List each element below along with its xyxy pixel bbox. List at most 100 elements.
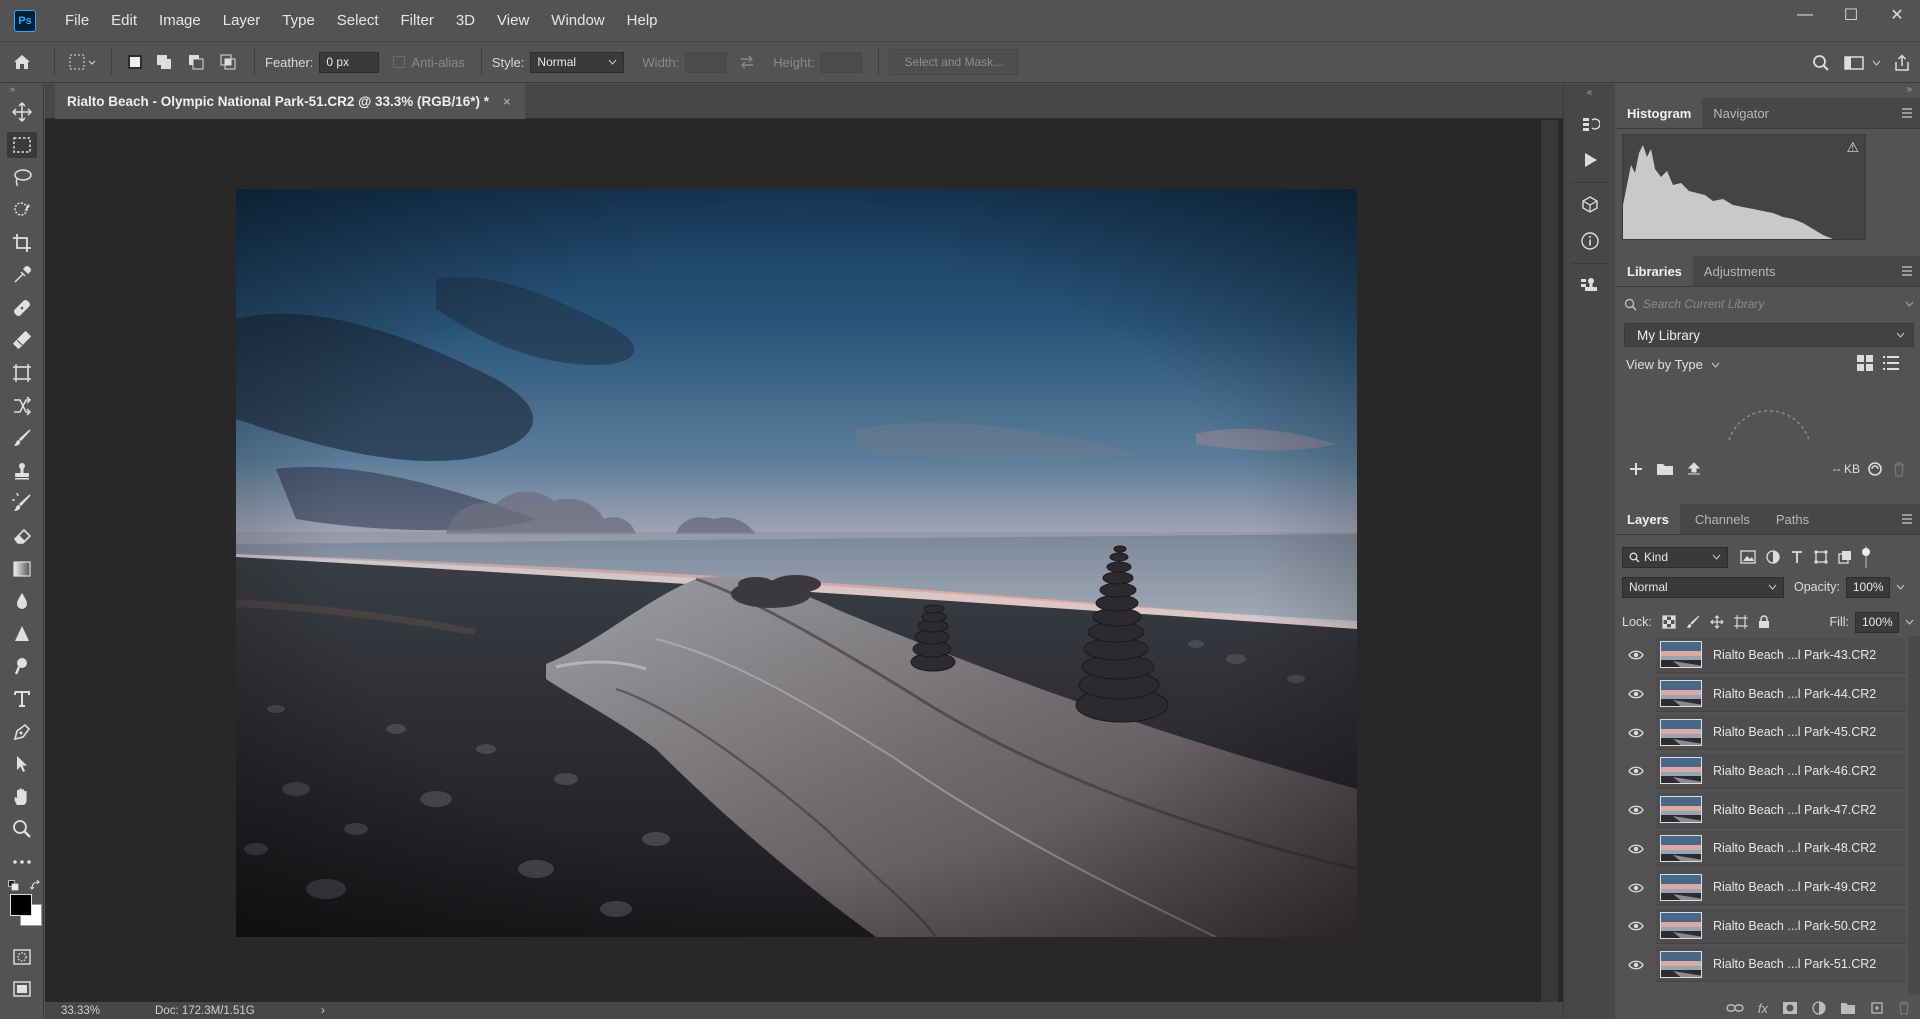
lock-transparency-icon[interactable] [1662, 615, 1676, 629]
select-and-mask-button[interactable]: Select and Mask... [889, 49, 1019, 75]
filter-type-icon[interactable] [1790, 550, 1804, 564]
burn-tool[interactable] [0, 650, 44, 683]
move-tool[interactable] [0, 96, 44, 129]
tab-navigator[interactable]: Navigator [1702, 98, 1780, 128]
home-icon[interactable] [0, 52, 44, 72]
eye-icon[interactable] [1616, 766, 1656, 776]
cloud-sync-icon[interactable] [1866, 461, 1884, 477]
swap-colors-icon[interactable] [30, 880, 42, 892]
gradient-tool[interactable] [0, 552, 44, 585]
menu-3d[interactable]: 3D [445, 12, 486, 29]
close-document-icon[interactable]: × [503, 94, 511, 109]
layer-row[interactable]: Rialto Beach ...l Park-46.CR2 [1616, 752, 1906, 791]
library-search[interactable]: Search Current Library [1624, 292, 1914, 316]
history-panel-icon[interactable] [1564, 106, 1616, 142]
path-selection-tool[interactable] [0, 748, 44, 781]
folder-icon[interactable] [1656, 461, 1674, 477]
layer-row[interactable]: Rialto Beach ...l Park-47.CR2 [1616, 791, 1906, 830]
brush-tool-alt[interactable] [0, 324, 44, 357]
status-menu-arrow[interactable]: › [321, 1005, 325, 1017]
history-brush-tool[interactable] [0, 487, 44, 520]
maximize-button[interactable]: ☐ [1828, 0, 1874, 30]
filter-adjustment-icon[interactable] [1766, 550, 1780, 564]
upload-icon[interactable] [1686, 461, 1702, 477]
new-group-icon[interactable] [1840, 1001, 1856, 1015]
pen-tool[interactable] [0, 715, 44, 748]
tab-channels[interactable]: Channels [1684, 504, 1761, 534]
menu-edit[interactable]: Edit [100, 12, 148, 29]
width-input[interactable] [685, 51, 728, 73]
layer-body[interactable]: Rialto Beach ...l Park-45.CR2 [1656, 715, 1906, 751]
view-by-type-select[interactable]: View by Type [1626, 357, 1720, 372]
subtract-from-selection-icon[interactable] [180, 53, 212, 71]
3d-panel-icon[interactable] [1564, 187, 1616, 223]
menu-image[interactable]: Image [148, 12, 212, 29]
layer-body[interactable]: Rialto Beach ...l Park-50.CR2 [1656, 908, 1906, 944]
eye-icon[interactable] [1616, 960, 1656, 970]
filter-smart-object-icon[interactable] [1838, 550, 1852, 564]
rectangular-marquee-tool[interactable] [0, 129, 44, 162]
layer-body[interactable]: Rialto Beach ...l Park-51.CR2 [1656, 947, 1906, 983]
menu-filter[interactable]: Filter [390, 12, 445, 29]
eraser-tool[interactable] [0, 520, 44, 553]
type-tool[interactable] [0, 683, 44, 716]
lock-position-icon[interactable] [1710, 615, 1724, 629]
delete-layer-icon[interactable] [1898, 1001, 1910, 1015]
add-icon[interactable] [1628, 461, 1644, 477]
eye-icon[interactable] [1616, 650, 1656, 660]
document-image[interactable] [236, 189, 1357, 937]
new-selection-icon[interactable] [122, 53, 148, 71]
screen-mode-icon[interactable] [0, 973, 44, 1006]
healing-brush-tool[interactable] [0, 292, 44, 325]
zoom-level[interactable]: 33.33% [61, 1005, 141, 1017]
list-view-icon[interactable] [1882, 354, 1900, 372]
menu-select[interactable]: Select [326, 12, 390, 29]
panel-menu-icon[interactable] [1900, 106, 1914, 120]
feather-input[interactable]: 0 px [319, 51, 380, 73]
layer-mask-icon[interactable] [1782, 1001, 1798, 1015]
layer-row[interactable]: Rialto Beach ...l Park-50.CR2 [1616, 907, 1906, 946]
fill-input[interactable]: 100% [1855, 611, 1899, 633]
library-select[interactable]: My Library [1624, 323, 1914, 347]
adjustment-layer-icon[interactable] [1812, 1001, 1826, 1015]
more-tools-icon[interactable] [0, 846, 44, 879]
search-icon[interactable] [1802, 54, 1840, 72]
foreground-color-swatch[interactable] [10, 894, 32, 917]
layer-row[interactable]: Rialto Beach ...l Park-43.CR2 [1616, 636, 1906, 675]
blend-mode-select[interactable]: Normal [1622, 576, 1784, 598]
menu-layer[interactable]: Layer [212, 12, 272, 29]
library-search-input[interactable]: Search Current Library [1643, 297, 1905, 311]
collapse-strip-icon[interactable]: « [1564, 84, 1615, 104]
crop-tool[interactable] [0, 226, 44, 259]
eye-icon[interactable] [1616, 805, 1656, 815]
link-layers-icon[interactable] [1726, 1002, 1744, 1014]
anti-alias-checkbox[interactable] [393, 56, 406, 68]
tab-paths[interactable]: Paths [1765, 504, 1820, 534]
clone-source-panel-icon[interactable] [1564, 268, 1616, 304]
opacity-chevron-down-icon[interactable] [1896, 584, 1905, 590]
eye-icon[interactable] [1616, 883, 1656, 893]
swap-dimensions-icon[interactable] [727, 55, 767, 69]
eye-icon[interactable] [1616, 921, 1656, 931]
layer-body[interactable]: Rialto Beach ...l Park-46.CR2 [1656, 753, 1906, 789]
layer-body[interactable]: Rialto Beach ...l Park-43.CR2 [1656, 637, 1906, 673]
height-input[interactable] [820, 51, 863, 73]
fill-chevron-down-icon[interactable] [1905, 619, 1914, 625]
info-panel-icon[interactable] [1564, 223, 1616, 259]
layer-row[interactable]: Rialto Beach ...l Park-44.CR2 [1616, 675, 1906, 714]
quick-selection-tool[interactable] [0, 194, 44, 227]
panel-menu-icon[interactable] [1900, 512, 1914, 526]
filter-toggle-switch[interactable] [1862, 546, 1870, 568]
add-to-selection-icon[interactable] [148, 53, 180, 71]
lock-pixels-icon[interactable] [1686, 615, 1700, 629]
eye-icon[interactable] [1616, 844, 1656, 854]
quick-mask-icon[interactable] [0, 940, 44, 973]
lock-artboard-icon[interactable] [1733, 615, 1748, 629]
layer-body[interactable]: Rialto Beach ...l Park-44.CR2 [1656, 676, 1906, 712]
eye-icon[interactable] [1616, 728, 1656, 738]
tab-histogram[interactable]: Histogram [1616, 98, 1703, 128]
dodge-tool[interactable] [0, 618, 44, 651]
warning-icon[interactable]: ⚠ [1846, 139, 1859, 156]
chevron-down-icon[interactable] [1905, 301, 1914, 307]
layer-body[interactable]: Rialto Beach ...l Park-48.CR2 [1656, 831, 1906, 867]
